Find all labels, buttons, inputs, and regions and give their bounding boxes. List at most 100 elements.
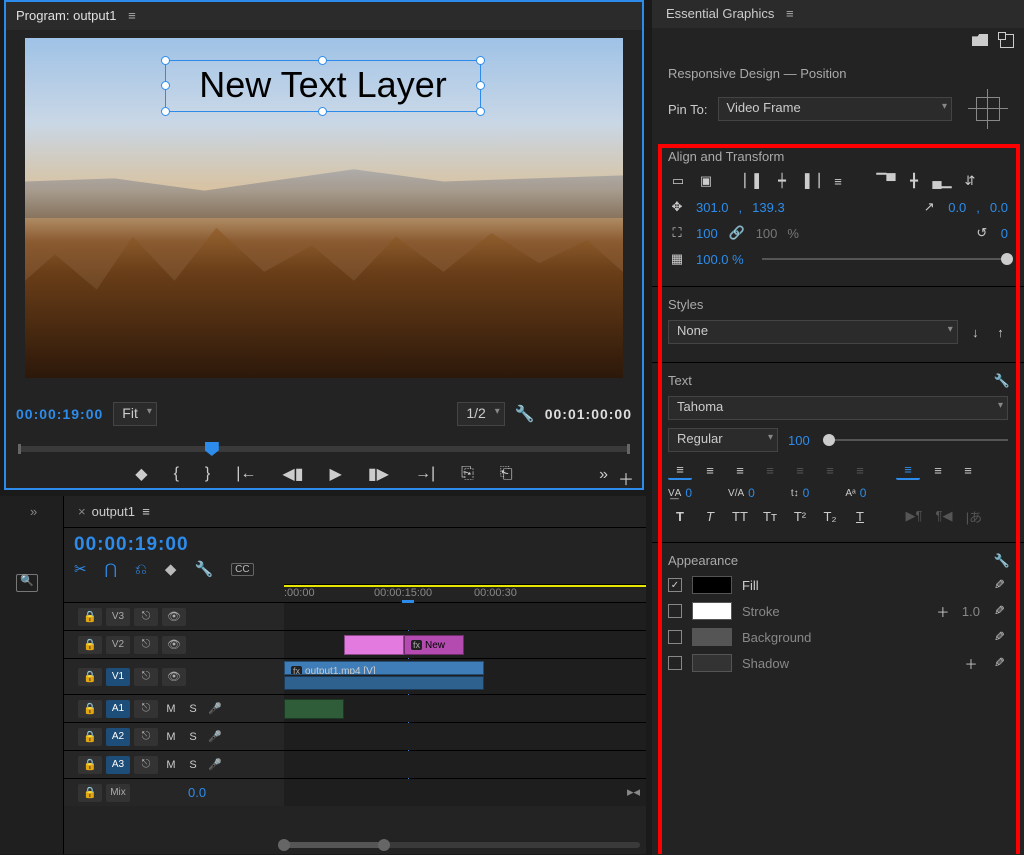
sync-lock-icon[interactable]: [134, 700, 158, 718]
sync-lock-icon[interactable]: [134, 636, 158, 654]
go-to-in-icon[interactable]: |←: [236, 465, 256, 483]
push-style-down-icon[interactable]: ↓: [968, 323, 983, 341]
leading-value[interactable]: 0: [803, 486, 810, 500]
fill-swatch[interactable]: [692, 576, 732, 594]
play-icon[interactable]: ▶: [330, 464, 342, 484]
font-size-value[interactable]: 100: [788, 433, 810, 448]
clip-audio[interactable]: [284, 699, 344, 719]
underline-icon[interactable]: T: [848, 506, 872, 526]
align-middle-text-icon[interactable]: ≡: [926, 460, 950, 480]
justify-last-left-icon[interactable]: ≡: [758, 460, 782, 480]
stroke-checkbox[interactable]: [668, 604, 682, 618]
solo-icon[interactable]: S: [184, 703, 202, 715]
go-to-out-icon[interactable]: →|: [415, 465, 435, 483]
stroke-width-value[interactable]: 1.0: [962, 604, 980, 619]
track-a1-area[interactable]: [284, 695, 646, 722]
baseline-value[interactable]: 0: [860, 486, 867, 500]
link-scale-icon[interactable]: 🔗: [728, 224, 746, 242]
align-selection-icon[interactable]: ▭: [668, 172, 688, 190]
opacity-slider[interactable]: [762, 258, 1008, 260]
align-center-text-icon[interactable]: ≡: [698, 460, 722, 480]
align-top-icon[interactable]: ▔▀: [876, 172, 896, 190]
ltr-icon[interactable]: ▶¶: [902, 506, 926, 526]
text-layer-content[interactable]: New Text Layer: [166, 61, 480, 109]
sequence-tab[interactable]: output1 ≡: [64, 496, 164, 528]
track-mix[interactable]: Mix: [106, 784, 130, 802]
track-target-v3[interactable]: V3: [106, 608, 130, 626]
justify-last-center-icon[interactable]: ≡: [788, 460, 812, 480]
clip-video-thumb[interactable]: [284, 676, 484, 690]
font-size-slider[interactable]: [828, 439, 1008, 441]
add-shadow-icon[interactable]: ＋: [962, 654, 980, 672]
resize-handle[interactable]: [161, 107, 170, 116]
subscript-icon[interactable]: T₂: [818, 506, 842, 526]
set-out-icon[interactable]: }: [205, 465, 210, 483]
snap-icon[interactable]: ✂︎: [74, 560, 87, 578]
voiceover-icon[interactable]: 🎤: [206, 702, 224, 715]
push-style-up-icon[interactable]: ↑: [993, 323, 1008, 341]
lock-track-icon[interactable]: [78, 668, 102, 686]
resize-handle[interactable]: [476, 56, 485, 65]
step-forward-icon[interactable]: ▮▶: [368, 464, 389, 484]
pin-to-dropdown[interactable]: Video Frame: [718, 97, 952, 121]
stroke-swatch[interactable]: [692, 602, 732, 620]
wrench-icon[interactable]: 🔧: [194, 560, 213, 578]
faux-italic-icon[interactable]: T: [698, 506, 722, 526]
shadow-checkbox[interactable]: [668, 656, 682, 670]
resize-handle[interactable]: [476, 107, 485, 116]
lock-track-icon[interactable]: [78, 728, 102, 746]
track-v2-area[interactable]: New: [284, 631, 646, 658]
wrench-icon[interactable]: 🔧: [994, 373, 1010, 389]
tracking-value[interactable]: 0: [685, 486, 692, 500]
mute-icon[interactable]: M: [162, 759, 180, 771]
linked-selection-icon[interactable]: ⎌: [135, 561, 147, 578]
align-left-icon[interactable]: ▏▌: [744, 172, 764, 190]
more-icon[interactable]: »: [599, 466, 608, 484]
playhead-knob[interactable]: [205, 442, 219, 456]
timeline-timecode[interactable]: 00:00:19:00: [74, 534, 189, 556]
magnet-icon[interactable]: ⋂: [105, 560, 117, 578]
step-back-icon[interactable]: ◀▮: [282, 464, 303, 484]
resize-handle[interactable]: [318, 56, 327, 65]
fill-checkbox[interactable]: ✓: [668, 578, 682, 592]
kerning-value[interactable]: 0: [748, 486, 755, 500]
style-dropdown[interactable]: None: [668, 320, 958, 344]
track-a3-area[interactable]: [284, 751, 646, 778]
anchor-x[interactable]: 0.0: [948, 200, 966, 215]
track-target-a3[interactable]: A3: [106, 756, 130, 774]
mute-icon[interactable]: M: [162, 731, 180, 743]
track-v3-area[interactable]: [284, 603, 646, 630]
resolution-dropdown[interactable]: 1/2: [457, 402, 504, 426]
current-timecode[interactable]: 00:00:19:00: [16, 406, 103, 422]
position-y[interactable]: 139.3: [752, 200, 785, 215]
all-caps-icon[interactable]: TT: [728, 506, 752, 526]
small-caps-icon[interactable]: Tᴛ: [758, 506, 782, 526]
zoom-dropdown[interactable]: Fit: [113, 402, 157, 426]
anchor-y[interactable]: 0.0: [990, 200, 1008, 215]
lock-track-icon[interactable]: [78, 784, 102, 802]
track-v1-area[interactable]: output1.mp4 [V]: [284, 659, 646, 694]
wrench-icon[interactable]: 🔧: [994, 553, 1010, 569]
mute-icon[interactable]: M: [162, 703, 180, 715]
timeline-zoom-scrollbar[interactable]: [284, 842, 640, 852]
justify-all-icon[interactable]: ≡: [848, 460, 872, 480]
opacity-value[interactable]: 100.0 %: [696, 252, 744, 267]
track-target-v2[interactable]: V2: [106, 636, 130, 654]
track-target-a2[interactable]: A2: [106, 728, 130, 746]
align-vcenter-icon[interactable]: ╋: [904, 172, 924, 190]
resize-handle[interactable]: [318, 107, 327, 116]
rotation-value[interactable]: 0: [1001, 226, 1008, 241]
resize-handle[interactable]: [161, 81, 170, 90]
align-right-icon[interactable]: ▐▕: [800, 172, 820, 190]
eyedropper-icon[interactable]: [990, 576, 1008, 594]
distribute-v-icon[interactable]: ⇵: [960, 172, 980, 190]
background-swatch[interactable]: [692, 628, 732, 646]
program-monitor[interactable]: New Text Layer: [25, 38, 623, 378]
marker-icon[interactable]: ◆: [165, 560, 177, 578]
position-x[interactable]: 301.0: [696, 200, 729, 215]
lock-track-icon[interactable]: [78, 756, 102, 774]
track-mix-area[interactable]: ▸◂: [284, 779, 646, 806]
background-checkbox[interactable]: [668, 630, 682, 644]
align-frame-icon[interactable]: ▣: [696, 172, 716, 190]
panel-menu-icon[interactable]: ≡: [786, 6, 794, 21]
